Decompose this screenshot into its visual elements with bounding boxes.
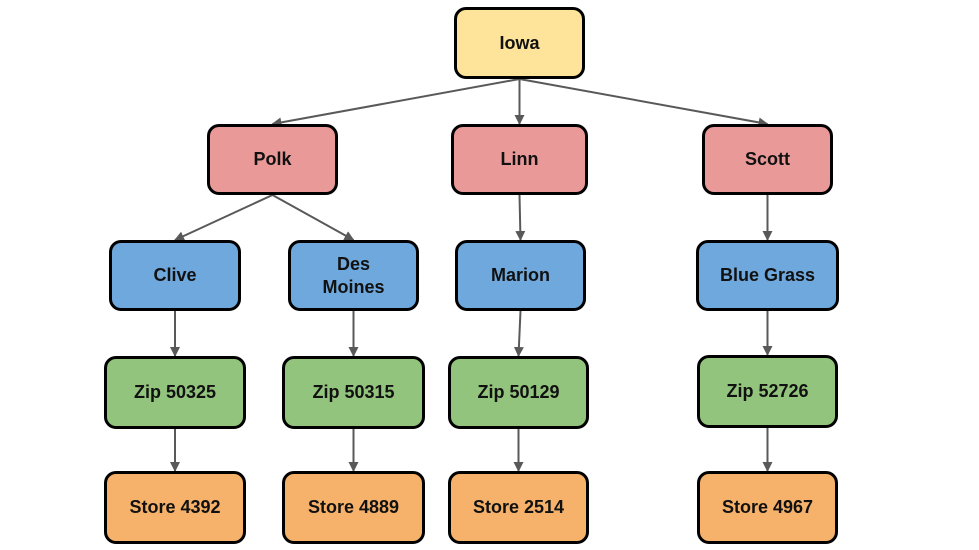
node-zip-52726[interactable]: Zip 52726 <box>697 355 838 428</box>
node-zip-50325[interactable]: Zip 50325 <box>104 356 246 429</box>
node-blue-grass[interactable]: Blue Grass <box>696 240 839 311</box>
edge-marion-to-zip50129 <box>513 310 524 357</box>
node-scott[interactable]: Scott <box>702 124 833 195</box>
node-marion[interactable]: Marion <box>455 240 586 311</box>
node-store-4392[interactable]: Store 4392 <box>104 471 246 544</box>
node-label: Clive <box>153 265 197 285</box>
node-label: Zip 50315 <box>312 382 395 402</box>
node-polk[interactable]: Polk <box>207 124 338 195</box>
node-label: Zip 50129 <box>477 382 560 402</box>
node-label: Zip 52726 <box>726 381 809 401</box>
node-label: Store 2514 <box>472 497 565 517</box>
node-label: Store 4889 <box>307 497 400 517</box>
node-label: Store 4967 <box>721 497 814 517</box>
node-label: Des Moines <box>322 253 385 297</box>
node-clive[interactable]: Clive <box>109 240 241 311</box>
edge-polk-to-desmoines <box>272 194 355 241</box>
node-label: Marion <box>490 265 550 285</box>
node-des-moines[interactable]: Des Moines <box>288 240 419 311</box>
node-zip-50315[interactable]: Zip 50315 <box>282 356 425 429</box>
node-label: Polk <box>253 149 292 169</box>
node-label: Iowa <box>499 32 540 53</box>
node-store-4967[interactable]: Store 4967 <box>697 471 838 544</box>
node-label: Blue Grass <box>719 265 816 285</box>
edge-iowa-to-polk <box>271 78 520 128</box>
edge-linn-to-marion <box>515 194 526 241</box>
node-store-2514[interactable]: Store 2514 <box>448 471 589 544</box>
node-label: Linn <box>500 149 539 169</box>
node-label: Zip 50325 <box>133 382 217 402</box>
node-label: Store 4392 <box>129 497 221 517</box>
node-label: Scott <box>745 149 790 169</box>
node-zip-50129[interactable]: Zip 50129 <box>448 356 589 429</box>
node-iowa[interactable]: Iowa <box>454 7 585 79</box>
edge-polk-to-clive <box>174 194 273 241</box>
node-store-4889[interactable]: Store 4889 <box>282 471 425 544</box>
edge-iowa-to-scott <box>519 78 769 128</box>
node-linn[interactable]: Linn <box>451 124 588 195</box>
